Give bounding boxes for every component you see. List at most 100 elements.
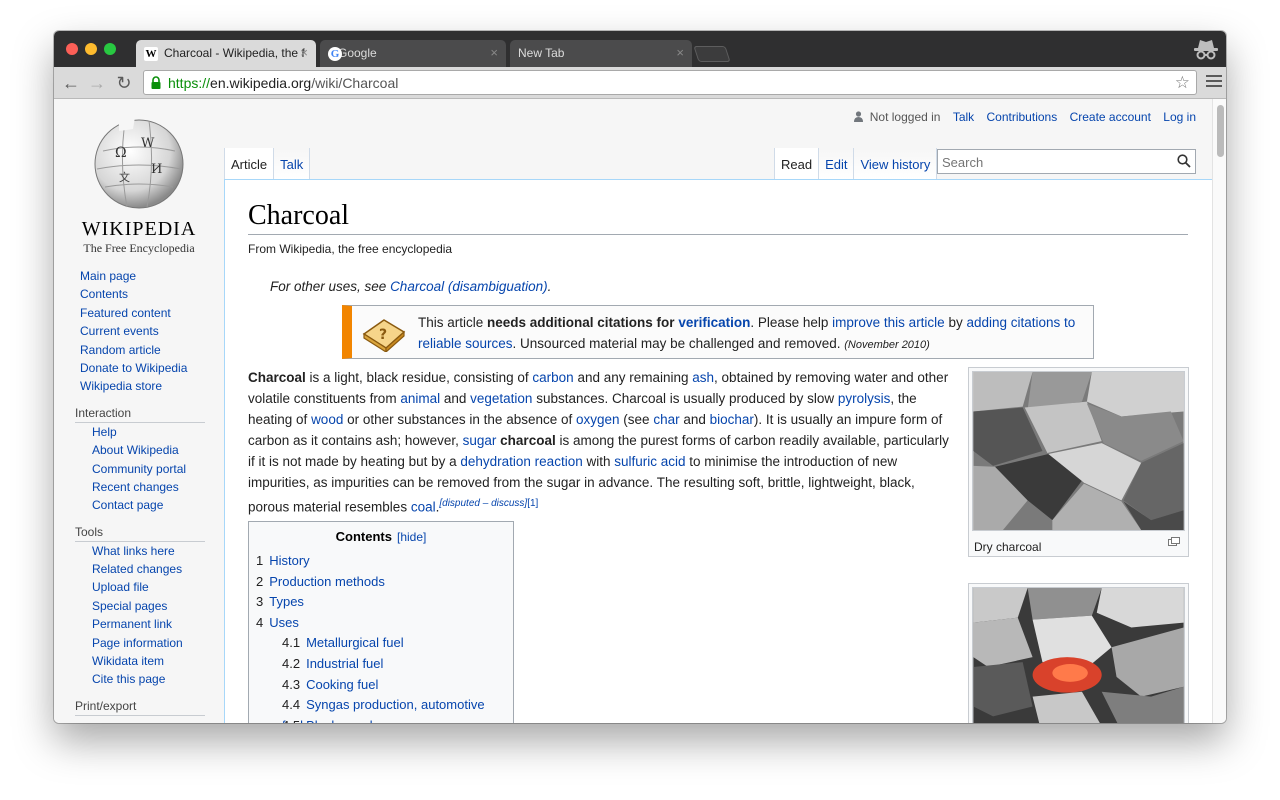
- close-tab-icon[interactable]: ×: [676, 45, 684, 60]
- tab-view-history[interactable]: View history: [854, 148, 938, 179]
- link-char[interactable]: char: [653, 412, 679, 427]
- link-sulfuric-acid[interactable]: sulfuric acid: [614, 454, 685, 469]
- toc-hide-toggle[interactable]: [hide]: [397, 530, 426, 544]
- back-arrow-icon[interactable]: ←: [61, 73, 81, 93]
- tab-talk-link[interactable]: Talk: [280, 157, 303, 172]
- sidebar-item-upload-file[interactable]: Upload file: [92, 578, 210, 596]
- contributions-link[interactable]: Contributions: [987, 110, 1058, 124]
- search-input[interactable]: [942, 151, 1172, 173]
- close-window-button[interactable]: [66, 43, 78, 55]
- tab-read[interactable]: Read: [774, 148, 820, 179]
- sidebar-item-recent-changes[interactable]: Recent changes: [92, 478, 210, 496]
- tab-article[interactable]: Article: [224, 148, 275, 179]
- address-bar[interactable]: https://en.wikipedia.org/wiki/Charcoal ☆: [143, 70, 1197, 95]
- burning-charcoal-image[interactable]: [972, 587, 1185, 723]
- sidebar-item-help[interactable]: Help: [92, 423, 210, 441]
- link-sugar[interactable]: sugar: [463, 433, 497, 448]
- maximize-window-button[interactable]: [104, 43, 116, 55]
- close-tab-icon[interactable]: ×: [300, 45, 308, 60]
- svg-text:W: W: [141, 136, 155, 151]
- sidebar-item-permanent-link[interactable]: Permanent link: [92, 615, 210, 633]
- portal-heading-print-export[interactable]: Print/export: [75, 697, 205, 716]
- toc-item[interactable]: 4.5 Black powder: [256, 716, 506, 723]
- toc-item-link[interactable]: Industrial fuel: [306, 656, 383, 671]
- scrollbar-thumb[interactable]: [1217, 105, 1224, 157]
- link-biochar[interactable]: biochar: [710, 412, 754, 427]
- sidebar-item-related-changes[interactable]: Related changes: [92, 560, 210, 578]
- sidebar-item-featured-content[interactable]: Featured content: [80, 304, 210, 322]
- reference-1-link[interactable]: [1]: [527, 498, 538, 509]
- tab-talk[interactable]: Talk: [274, 148, 311, 179]
- sidebar-item-main-page[interactable]: Main page: [80, 267, 210, 285]
- sidebar-item-page-information[interactable]: Page information: [92, 634, 210, 652]
- tab-new-tab[interactable]: New Tab ×: [510, 40, 692, 67]
- toc-item-link[interactable]: Types: [269, 594, 304, 609]
- sidebar-item-contact-page[interactable]: Contact page: [92, 496, 210, 514]
- enlarge-icon[interactable]: [1168, 537, 1180, 546]
- search-icon[interactable]: [1177, 154, 1191, 168]
- sidebar-item-current-events[interactable]: Current events: [80, 322, 210, 340]
- link-dehydration-reaction[interactable]: dehydration reaction: [460, 454, 582, 469]
- toc-item[interactable]: 4.3 Cooking fuel: [256, 675, 506, 696]
- improve-article-link[interactable]: improve this article: [832, 315, 945, 330]
- link-wood[interactable]: wood: [311, 412, 343, 427]
- log-in-link[interactable]: Log in: [1163, 110, 1196, 124]
- tab-edit[interactable]: Edit: [819, 148, 855, 179]
- question-book-icon: ?: [362, 319, 406, 352]
- toc-item[interactable]: 1 History: [256, 551, 506, 572]
- toc-item[interactable]: 4 Uses: [256, 613, 506, 634]
- forward-arrow-icon[interactable]: →: [87, 73, 107, 93]
- title-bar: W Charcoal - Wikipedia, the f × G Google…: [54, 31, 1226, 67]
- toc-item[interactable]: 3 Types: [256, 592, 506, 613]
- sidebar-item-community-portal[interactable]: Community portal: [92, 460, 210, 478]
- toc-item[interactable]: 4.2 Industrial fuel: [256, 654, 506, 675]
- sidebar-item-about[interactable]: About Wikipedia: [92, 441, 210, 459]
- create-account-link[interactable]: Create account: [1070, 110, 1151, 124]
- toc-item-link[interactable]: Black powder: [306, 718, 384, 723]
- sidebar-item-donate[interactable]: Donate to Wikipedia: [80, 359, 210, 377]
- sidebar-item-cite-this-page[interactable]: Cite this page: [92, 670, 210, 688]
- minimize-window-button[interactable]: [85, 43, 97, 55]
- toc-item-link[interactable]: Metallurgical fuel: [306, 635, 404, 650]
- toc-item-link[interactable]: Production methods: [269, 574, 385, 589]
- link-oxygen[interactable]: oxygen: [576, 412, 620, 427]
- sidebar-item-what-links-here[interactable]: What links here: [92, 542, 210, 560]
- toc-item-link[interactable]: Cooking fuel: [306, 677, 378, 692]
- toc-item-link[interactable]: History: [269, 553, 309, 568]
- dry-charcoal-image[interactable]: [972, 371, 1185, 531]
- toc-list: 1 History 2 Production methods 3 Types 4 Uses 4.…: [256, 551, 506, 723]
- link-animal[interactable]: animal: [400, 391, 440, 406]
- svg-text:И: И: [151, 162, 162, 177]
- tab-charcoal[interactable]: W Charcoal - Wikipedia, the f ×: [136, 40, 316, 67]
- wikipedia-logo[interactable]: Ω W И 文 WIKIPEDIA The Free Encyclopedia: [76, 115, 202, 255]
- tab-view-history-link[interactable]: View history: [860, 157, 930, 172]
- sidebar-item-wikidata-item[interactable]: Wikidata item: [92, 652, 210, 670]
- disputed-discuss-link[interactable]: [disputed – discuss]: [439, 498, 527, 509]
- link-vegetation[interactable]: vegetation: [470, 391, 532, 406]
- sidebar-item-random-article[interactable]: Random article: [80, 341, 210, 359]
- link-pyrolysis[interactable]: pyrolysis: [838, 391, 891, 406]
- link-ash[interactable]: ash: [692, 370, 714, 385]
- toc-item-link[interactable]: Uses: [269, 615, 299, 630]
- sidebar-item-contents[interactable]: Contents: [80, 285, 210, 303]
- sidebar-item-store[interactable]: Wikipedia store: [80, 377, 210, 395]
- toc-item[interactable]: 4.1 Metallurgical fuel: [256, 633, 506, 654]
- talk-link[interactable]: Talk: [953, 110, 974, 124]
- reload-icon[interactable]: ↻: [114, 73, 134, 93]
- bookmark-star-icon[interactable]: ☆: [1175, 73, 1190, 93]
- namespace-tabs: Article Talk: [224, 148, 311, 179]
- sidebar-item-special-pages[interactable]: Special pages: [92, 597, 210, 615]
- browser-menu-icon[interactable]: [1206, 75, 1222, 89]
- toc-item[interactable]: 2 Production methods: [256, 572, 506, 593]
- new-tab-button[interactable]: [693, 46, 731, 62]
- link-coal[interactable]: coal: [411, 500, 436, 515]
- portal-heading-interaction: Interaction: [75, 404, 205, 423]
- toc-item[interactable]: 4.4Syngas production, automotive fuel: [256, 695, 506, 723]
- vertical-scrollbar[interactable]: [1212, 99, 1226, 723]
- close-tab-icon[interactable]: ×: [490, 45, 498, 60]
- tab-edit-link[interactable]: Edit: [825, 157, 847, 172]
- tab-google[interactable]: G Google ×: [320, 40, 506, 67]
- disambiguation-link[interactable]: Charcoal (disambiguation): [390, 279, 548, 294]
- verification-link[interactable]: verification: [678, 315, 750, 330]
- link-carbon[interactable]: carbon: [532, 370, 573, 385]
